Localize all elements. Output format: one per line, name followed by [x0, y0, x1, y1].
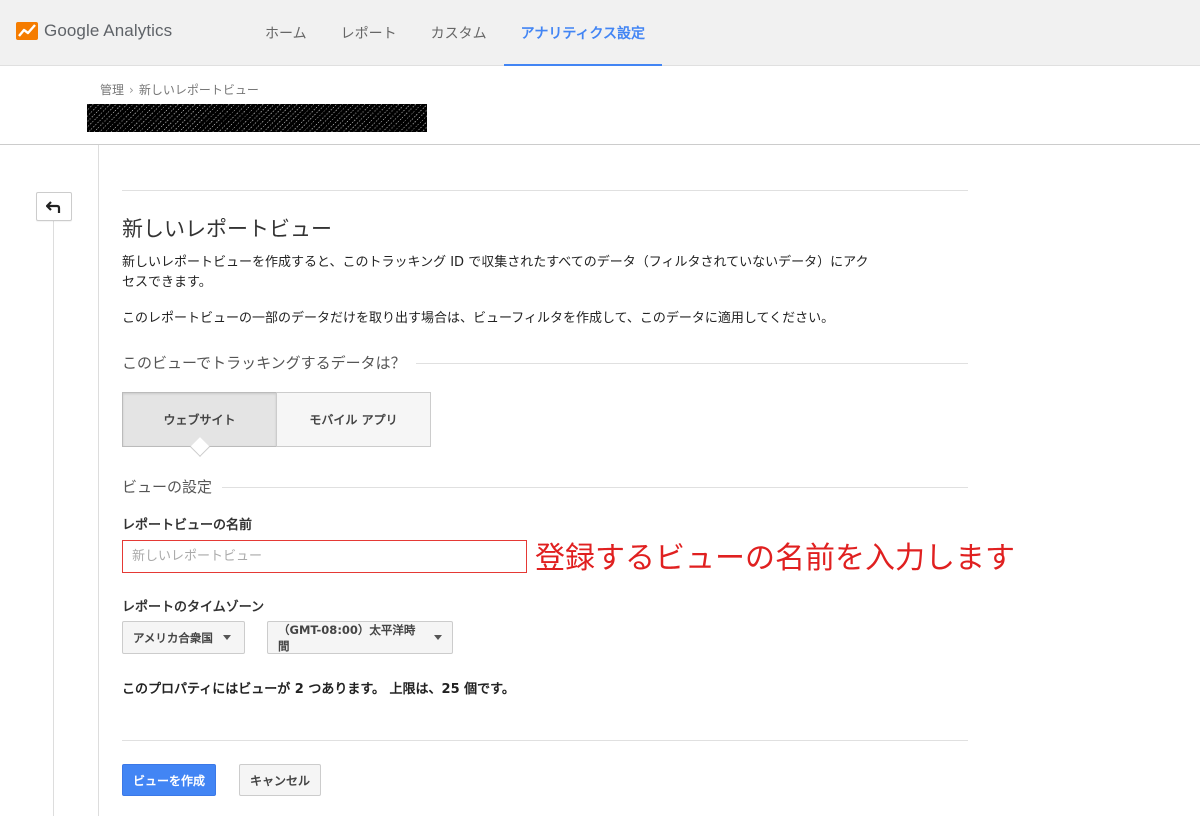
tracking-section-title: このビューでトラッキングするデータは？ [122, 352, 416, 373]
page-header: 管理 › 新しいレポートビュー [0, 66, 1200, 145]
top-bar: Google Analytics ホーム レポート カスタム アナリティクス設定 [0, 0, 1200, 67]
actions-divider [122, 740, 968, 741]
view-name-input[interactable] [122, 540, 527, 573]
analytics-logo-icon [16, 22, 38, 40]
timezone-select-value: （GMT-08:00）太平洋時間 [278, 622, 416, 653]
country-select[interactable]: アメリカ合衆国 [122, 621, 245, 654]
timezone-select[interactable]: （GMT-08:00）太平洋時間 [267, 621, 453, 654]
filter-note: このレポートビューの一部のデータだけを取り出す場合は、ビューフィルタを作成して、… [122, 311, 835, 326]
logo-text: Google Analytics [44, 21, 173, 40]
view-limit-text: このプロパティにはビューが 2 つあります。 上限は、25 個です。 [122, 682, 515, 697]
intro-line-2: セスできます。 [122, 275, 212, 290]
timezone-label: レポートのタイムゾーン [122, 600, 265, 615]
back-arrow-icon [46, 200, 61, 213]
annotation-text: 登録するビューの名前を入力します [535, 541, 1015, 576]
tab-analytics-settings[interactable]: アナリティクス設定 [503, 0, 663, 67]
view-settings-title: ビューの設定 [122, 476, 223, 497]
website-option-label: ウェブサイト [163, 413, 236, 427]
breadcrumb-separator-icon: › [129, 82, 134, 97]
main-nav: ホーム レポート カスタム アナリティクス設定 [248, 0, 663, 67]
view-settings-divider [122, 487, 968, 488]
cancel-button[interactable]: キャンセル [239, 764, 321, 796]
rail-line [53, 220, 54, 816]
chevron-down-icon [434, 635, 442, 640]
intro-text: 新しいレポートビューを作成すると、このトラッキング ID で収集されたすべてのデ… [122, 253, 968, 293]
country-select-value: アメリカ合衆国 [133, 630, 213, 645]
top-divider [122, 190, 968, 191]
intro-line-1: 新しいレポートビューを作成すると、このトラッキング ID で収集されたすべてのデ… [122, 255, 869, 270]
mobile-app-option[interactable]: モバイル アプリ [276, 392, 431, 447]
mobile-app-option-label: モバイル アプリ [309, 413, 398, 427]
chevron-down-icon [222, 635, 231, 640]
breadcrumb-admin[interactable]: 管理 [100, 81, 124, 98]
logo[interactable]: Google Analytics [16, 20, 172, 42]
tab-reports[interactable]: レポート [324, 0, 414, 66]
page-title: 新しいレポートビュー [122, 217, 332, 241]
tab-custom[interactable]: カスタム [414, 0, 504, 66]
create-view-button[interactable]: ビューを作成 [122, 764, 216, 796]
website-option[interactable]: ウェブサイト [122, 392, 277, 457]
breadcrumb-current: 新しいレポートビュー [138, 83, 259, 97]
back-button[interactable] [36, 192, 72, 221]
rail-divider [98, 145, 99, 816]
redacted-account-name [87, 104, 427, 132]
selected-pointer-icon [190, 437, 210, 457]
tracking-type-toggle: ウェブサイト モバイル アプリ [122, 392, 431, 457]
breadcrumb: 管理 › 新しいレポートビュー [100, 81, 259, 98]
tab-home[interactable]: ホーム [248, 0, 324, 66]
view-name-label: レポートビューの名前 [122, 518, 253, 533]
